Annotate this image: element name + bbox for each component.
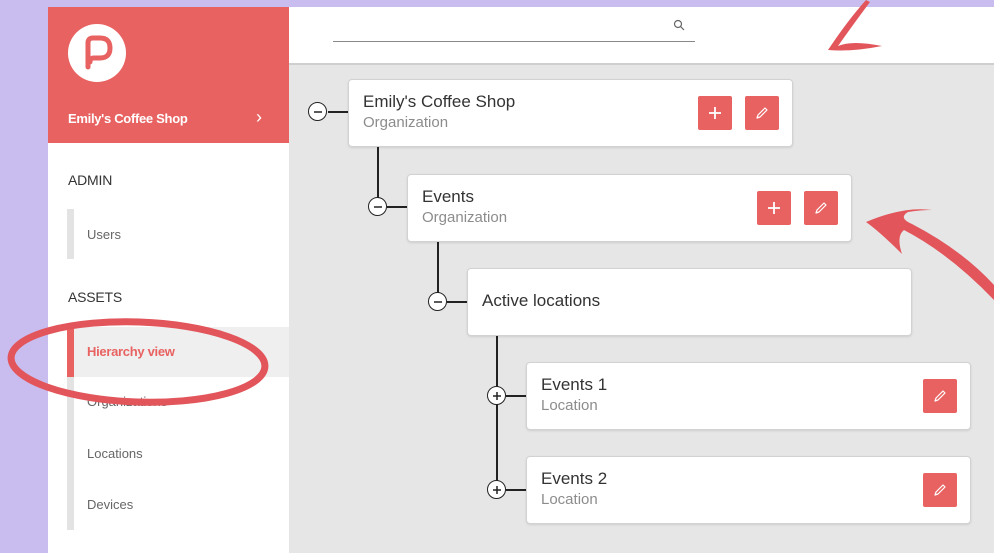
- sidebar-item-users[interactable]: Users: [87, 227, 121, 242]
- node-title: Events 1: [541, 375, 608, 394]
- add-button[interactable]: [698, 96, 732, 130]
- node-title: Events 2: [541, 469, 608, 488]
- connector: [506, 395, 526, 397]
- plus-icon: [709, 107, 721, 119]
- tree-node-card[interactable]: Events 2 Location: [526, 456, 971, 524]
- admin-rail: [67, 209, 74, 259]
- node-subtitle: Location: [541, 491, 598, 508]
- edit-button[interactable]: [923, 473, 957, 507]
- sidebar-item-locations[interactable]: Locations: [87, 446, 143, 461]
- sidebar-item-organizations[interactable]: Organizations: [87, 394, 167, 409]
- plus-circle-icon: [492, 391, 501, 400]
- collapse-toggle[interactable]: [368, 197, 387, 216]
- connector: [506, 489, 526, 491]
- app-logo: [68, 24, 126, 82]
- search-icon[interactable]: [673, 19, 685, 31]
- node-title: Active locations: [482, 291, 601, 310]
- connector: [328, 111, 348, 113]
- plus-circle-icon: [492, 485, 501, 494]
- sidebar-item-hierarchy-view[interactable]: Hierarchy view: [87, 344, 175, 359]
- brand-header[interactable]: Emily's Coffee Shop ›: [48, 7, 289, 143]
- minus-circle-icon: [373, 205, 382, 208]
- pencil-icon: [934, 390, 946, 402]
- edit-button[interactable]: [745, 96, 779, 130]
- edit-button[interactable]: [923, 379, 957, 413]
- organization-name: Emily's Coffee Shop: [68, 111, 188, 126]
- collapse-toggle[interactable]: [308, 102, 327, 121]
- collapse-toggle[interactable]: [428, 292, 447, 311]
- node-subtitle: Organization: [363, 114, 449, 131]
- tree-node-card[interactable]: Emily's Coffee Shop Organization: [348, 79, 793, 147]
- expand-toggle[interactable]: [487, 480, 506, 499]
- connector: [447, 301, 467, 303]
- search-input[interactable]: [333, 19, 695, 42]
- tree-node-card[interactable]: Events Organization: [407, 174, 852, 242]
- sidebar-item-devices[interactable]: Devices: [87, 497, 133, 512]
- node-title: Emily's Coffee Shop: [363, 92, 516, 111]
- add-button[interactable]: [757, 191, 791, 225]
- tree-node-card[interactable]: Events 1 Location: [526, 362, 971, 430]
- node-subtitle: Organization: [422, 209, 508, 226]
- tree-node-card[interactable]: Active locations: [467, 268, 912, 336]
- top-bar: [289, 7, 994, 65]
- minus-circle-icon: [433, 300, 442, 303]
- connector: [496, 335, 498, 489]
- pencil-icon: [815, 202, 827, 214]
- p-logo-icon: [85, 35, 113, 70]
- chevron-right-icon[interactable]: ›: [256, 107, 262, 128]
- section-assets: ASSETS: [68, 289, 123, 305]
- pencil-icon: [756, 107, 768, 119]
- main-panel: Emily's Coffee Shop Organization Events …: [289, 7, 994, 553]
- minus-circle-icon: [313, 110, 322, 113]
- active-item-indicator: [67, 327, 74, 377]
- connector: [387, 206, 407, 208]
- section-admin: ADMIN: [68, 172, 113, 188]
- plus-icon: [768, 202, 780, 214]
- sidebar: Emily's Coffee Shop › ADMIN Users ASSETS…: [48, 7, 289, 553]
- edit-button[interactable]: [804, 191, 838, 225]
- pencil-icon: [934, 484, 946, 496]
- node-title: Events: [422, 187, 474, 206]
- expand-toggle[interactable]: [487, 386, 506, 405]
- node-subtitle: Location: [541, 397, 598, 414]
